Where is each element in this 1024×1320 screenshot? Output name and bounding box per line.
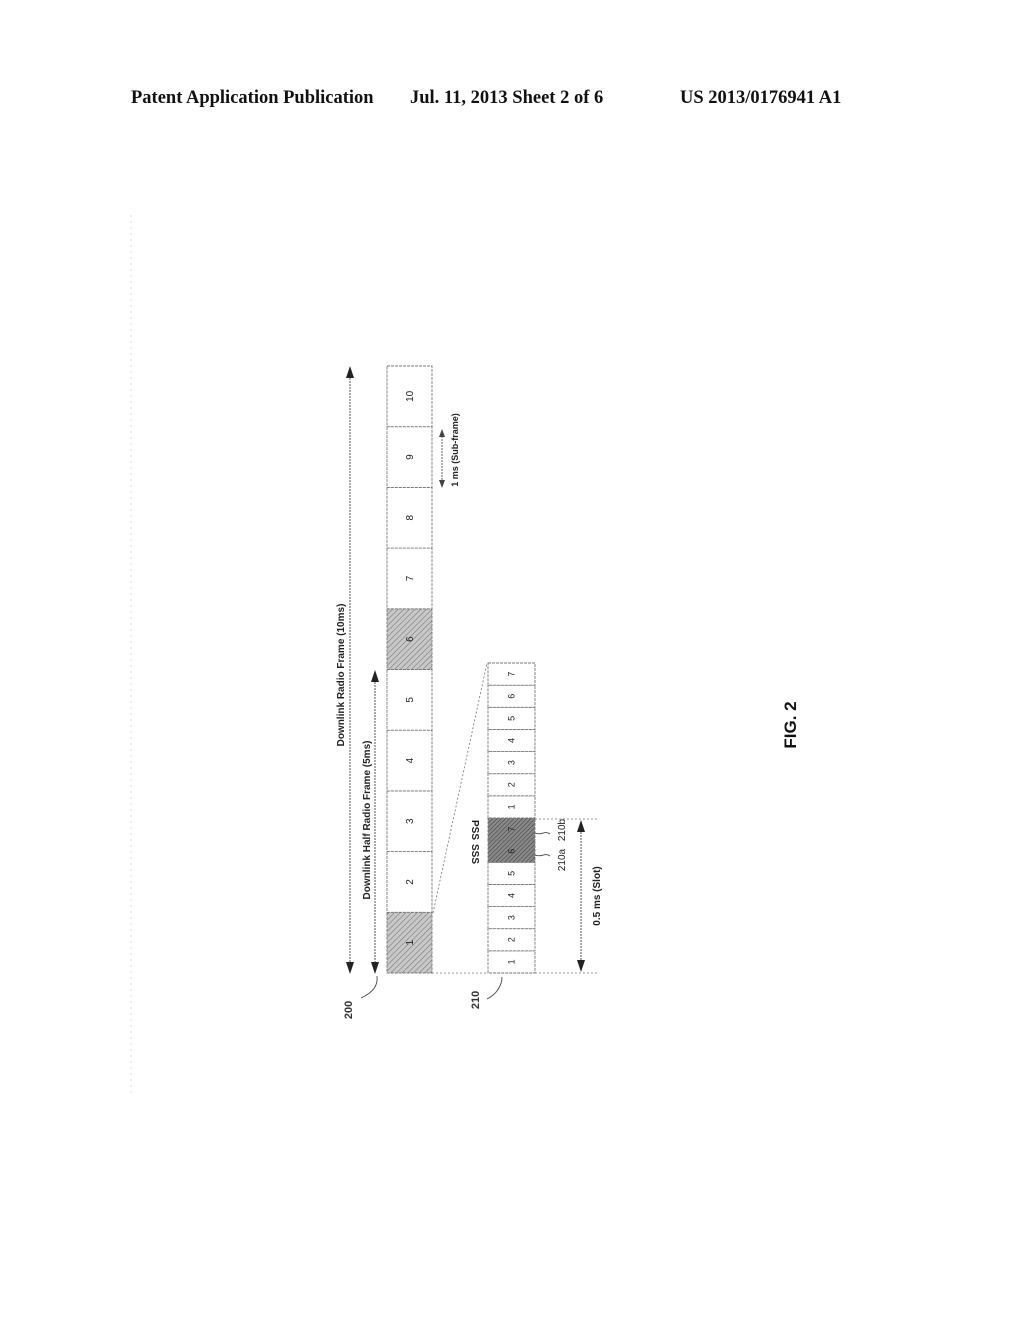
half-frame-label: Downlink Half Radio Frame (5ms) — [362, 741, 373, 900]
ofdm-symbol-4: 4 — [487, 883, 536, 908]
subframe-10: 10 — [386, 365, 433, 428]
radio-frame-subframes: 1 2 3 4 5 6 7 8 9 10 — [386, 365, 433, 974]
ref-210b: 210b — [557, 818, 568, 841]
ofdm-symbol-5: 5 — [487, 861, 536, 885]
ofdm-symbol-label: 2 — [507, 782, 517, 787]
subframe-label: 2 — [405, 879, 416, 885]
ofdm-symbol-3: 3 — [487, 906, 536, 930]
expansion-line-top — [432, 662, 488, 914]
ofdm-symbol-12: 5 — [487, 706, 536, 730]
sss-label: SSS — [469, 844, 480, 864]
ofdm-symbol-label: 6 — [507, 694, 517, 699]
ofdm-symbol-1: 1 — [487, 950, 536, 974]
subframe-label: 7 — [405, 575, 416, 581]
ofdm-symbol-label: 7 — [507, 672, 517, 677]
ofdm-symbol-label: 4 — [507, 893, 517, 898]
ofdm-symbol-label: 1 — [507, 804, 517, 809]
subframe-duration-label: 1 ms (Sub-frame) — [450, 413, 460, 487]
ofdm-symbol-8: 1 — [487, 795, 536, 819]
subframe-detail-symbols: 1 2 3 4 5 6 7 1 2 3 4 5 6 7 — [487, 662, 536, 974]
ofdm-symbol-label: 7 — [507, 827, 517, 832]
210a-leader — [534, 854, 551, 857]
subframe-7: 7 — [386, 547, 433, 610]
ofdm-symbol-2: 2 — [487, 928, 536, 952]
ofdm-symbol-6: 6 — [487, 839, 536, 863]
subframe-1: 1 — [386, 911, 433, 974]
subframe-label: 8 — [405, 515, 416, 521]
ofdm-symbol-label: 3 — [507, 760, 517, 765]
ofdm-symbol-label: 3 — [507, 915, 517, 920]
ref-210-leader — [486, 976, 503, 1000]
ref-200: 200 — [343, 1001, 355, 1019]
full-frame-arrow — [346, 366, 354, 974]
subframe-label: 1 — [405, 939, 416, 945]
subframe-3: 3 — [386, 790, 433, 853]
subframe-label: 6 — [405, 636, 416, 642]
ofdm-symbol-7: 7 — [487, 817, 536, 841]
subframe-6: 6 — [386, 608, 433, 670]
ref-200-leader — [360, 975, 378, 999]
subframe-label: 4 — [405, 757, 416, 763]
ofdm-symbol-11: 4 — [487, 728, 536, 753]
pss-label: PSS — [469, 820, 480, 840]
ref-210: 210 — [470, 991, 482, 1009]
ofdm-symbol-10: 3 — [487, 751, 536, 775]
figure-label: FIG. 2 — [781, 701, 800, 748]
subframe-label: 9 — [405, 454, 416, 460]
ofdm-symbol-label: 5 — [507, 716, 517, 721]
full-frame-label: Downlink Radio Frame (10ms) — [336, 604, 347, 747]
slot-duration-label: 0.5 ms (Slot) — [592, 866, 603, 925]
ofdm-symbol-label: 5 — [507, 871, 517, 876]
subframe-label: 5 — [405, 697, 416, 703]
figure-2-diagram: Downlink Radio Frame (10ms) Downlink Hal… — [130, 215, 800, 1095]
subframe-5: 5 — [386, 669, 433, 731]
ofdm-symbol-label: 6 — [507, 849, 517, 854]
ofdm-symbol-13: 6 — [487, 684, 536, 708]
ofdm-symbol-9: 2 — [487, 773, 536, 797]
subframe-9: 9 — [386, 426, 433, 488]
subframe-2: 2 — [386, 851, 433, 913]
subframe-4: 4 — [386, 729, 433, 792]
subframe-8: 8 — [386, 486, 433, 549]
ofdm-symbol-label: 4 — [507, 738, 517, 743]
210b-leader — [534, 832, 551, 835]
ofdm-symbol-14: 7 — [487, 662, 536, 686]
ref-210a: 210a — [557, 848, 568, 871]
ofdm-symbol-label: 1 — [507, 959, 517, 964]
ofdm-symbol-label: 2 — [507, 937, 517, 942]
subframe-label: 10 — [405, 390, 416, 402]
subframe-duration-arrow — [439, 429, 445, 488]
subframe-label: 3 — [405, 818, 416, 824]
